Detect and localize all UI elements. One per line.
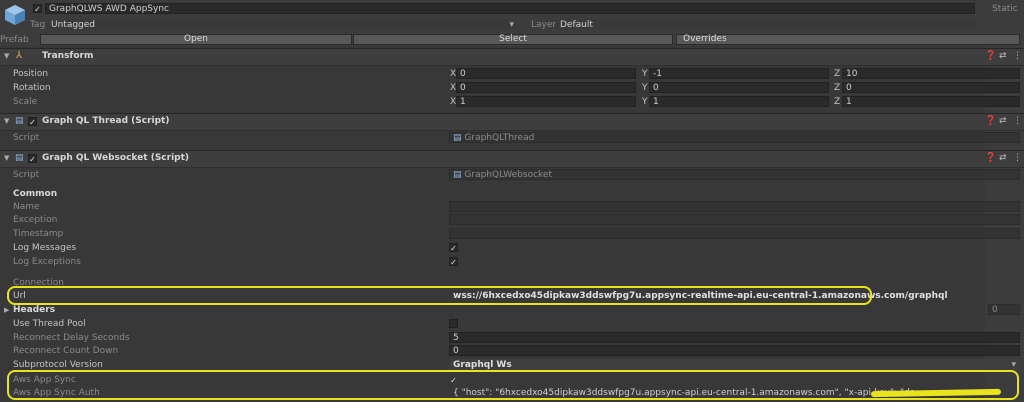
preset-icon[interactable]: ⇄ (999, 116, 1007, 126)
transform-title: Transform (42, 51, 94, 61)
layer-value: Default (560, 20, 593, 30)
log-exceptions-label: Log Exceptions (13, 257, 81, 267)
scale-x-field[interactable]: 1 (456, 96, 636, 107)
enabled-checkbox[interactable]: ✓ (28, 154, 37, 164)
websocket-script-value: GraphQLWebsocket (464, 170, 552, 180)
thread-script-field[interactable]: ▤ GraphQLThread (449, 132, 1020, 143)
use-thread-pool-checkbox[interactable] (449, 319, 458, 328)
scale-label: Scale (13, 97, 38, 107)
exception-field[interactable] (449, 214, 1020, 225)
reconnect-delay-label: Reconnect Delay Seconds (13, 333, 130, 343)
prefab-open-button[interactable]: Open (40, 34, 352, 45)
prefab-overrides-dropdown[interactable]: Overrides (676, 34, 1020, 45)
position-x-field[interactable]: 0 (456, 68, 636, 79)
y-label[interactable]: Y (642, 69, 648, 79)
subprotocol-value: Graphql Ws (453, 360, 512, 370)
y-label[interactable]: Y (642, 97, 648, 107)
headers-foldout-icon[interactable]: ▶ (4, 306, 9, 314)
position-z-field[interactable]: 10 (842, 68, 1020, 79)
headers-count-field[interactable]: 0 (988, 304, 1020, 315)
rotation-row: Rotation X 0 Y 0 Z 0 (0, 82, 1024, 96)
thread-script-row: Script ▤ GraphQLThread (0, 132, 1024, 146)
enabled-checkbox[interactable]: ✓ (28, 117, 37, 127)
preset-icon[interactable]: ⇄ (999, 153, 1007, 163)
reconnect-count-label: Reconnect Count Down (13, 346, 119, 356)
script-icon: ▤ (15, 153, 24, 163)
prefab-label: Prefab (0, 35, 29, 45)
preset-icon[interactable]: ⇄ (999, 51, 1007, 61)
log-messages-label: Log Messages (13, 243, 77, 253)
exception-label: Exception (13, 215, 58, 225)
tag-dropdown[interactable]: Untagged ▾ (47, 19, 517, 30)
scale-row: Scale X 1 Y 1 Z 1 (0, 96, 1024, 110)
gameobject-icon (3, 3, 27, 27)
log-exceptions-checkbox[interactable]: ✓ (449, 257, 458, 267)
static-label[interactable]: Static (992, 4, 1018, 14)
z-label[interactable]: Z (834, 83, 840, 93)
rotation-label: Rotation (13, 83, 51, 93)
overrides-label: Overrides (683, 34, 727, 44)
z-label[interactable]: Z (834, 69, 840, 79)
rotation-x-field[interactable]: 0 (456, 82, 636, 93)
headers-label[interactable]: Headers (13, 305, 55, 315)
name-label: Name (13, 202, 40, 212)
log-messages-checkbox[interactable]: ✓ (449, 243, 458, 253)
position-y-field[interactable]: -1 (649, 68, 829, 79)
script-file-icon: ▤ (453, 133, 462, 143)
object-name-field[interactable]: GraphQLWS AWD AppSync (45, 3, 975, 14)
foldout-arrow-icon: ▼ (4, 52, 10, 60)
context-menu-icon[interactable]: ⋮ (1013, 116, 1022, 126)
aws-highlight (7, 370, 1019, 400)
rotation-y-field[interactable]: 0 (649, 82, 829, 93)
foldout-arrow-icon: ▼ (4, 117, 10, 125)
help-icon[interactable]: ❓ (985, 116, 996, 126)
timestamp-field[interactable] (449, 228, 1020, 239)
active-checkbox[interactable]: ✓ (33, 4, 42, 14)
tag-value: Untagged (51, 20, 96, 30)
context-menu-icon[interactable]: ⋮ (1013, 51, 1022, 61)
subprotocol-label: Subprotocol Version (13, 360, 103, 370)
layer-dropdown[interactable]: Default (556, 19, 976, 30)
z-label[interactable]: Z (834, 97, 840, 107)
object-header: ✓ GraphQLWS AWD AppSync Static Tag Untag… (0, 0, 1024, 46)
y-label[interactable]: Y (642, 83, 648, 93)
subprotocol-dropdown[interactable]: Graphql Ws ▾ (449, 359, 1020, 370)
chevron-down-icon: ▾ (1011, 360, 1016, 370)
thread-script-value: GraphQLThread (464, 133, 535, 143)
rotation-z-field[interactable]: 0 (842, 82, 1020, 93)
scale-y-field[interactable]: 1 (649, 96, 829, 107)
prefab-select-button[interactable]: Select (353, 34, 673, 45)
reconnect-delay-field[interactable]: 5 (449, 332, 1020, 343)
help-icon[interactable]: ❓ (985, 51, 996, 61)
script-icon: ▤ (15, 116, 24, 126)
graphql-thread-header[interactable]: ▼ ▤ ✓ Graph QL Thread (Script) ❓ ⇄ ⋮ (0, 113, 1024, 131)
reconnect-count-field[interactable]: 0 (449, 345, 1020, 356)
tag-label: Tag (30, 20, 46, 30)
graphql-websocket-title: Graph QL Websocket (Script) (42, 153, 190, 163)
position-row: Position X 0 Y -1 Z 10 (0, 68, 1024, 82)
script-label: Script (13, 170, 40, 180)
chevron-down-icon: ▾ (509, 20, 514, 30)
url-highlight (7, 286, 872, 305)
foldout-arrow-icon: ▼ (4, 154, 10, 162)
graphql-websocket-header[interactable]: ▼ ▤ ✓ Graph QL Websocket (Script) ❓ ⇄ ⋮ (0, 150, 1024, 168)
use-thread-pool-label: Use Thread Pool (13, 319, 86, 329)
graphql-thread-title: Graph QL Thread (Script) (42, 116, 170, 126)
script-file-icon: ▤ (453, 170, 462, 180)
transform-icon: ⅄ (16, 50, 23, 61)
scale-z-field[interactable]: 1 (842, 96, 1020, 107)
common-section-label: Common (13, 189, 58, 199)
name-field[interactable] (449, 201, 1020, 212)
help-icon[interactable]: ❓ (985, 153, 996, 163)
context-menu-icon[interactable]: ⋮ (1013, 153, 1022, 163)
position-label: Position (13, 69, 49, 79)
transform-header[interactable]: ▼ ⅄ Transform ❓ ⇄ ⋮ (0, 48, 1024, 66)
websocket-script-row: Script ▤ GraphQLWebsocket (0, 169, 1024, 183)
timestamp-label: Timestamp (13, 229, 64, 239)
script-label: Script (13, 133, 40, 143)
websocket-script-field[interactable]: ▤ GraphQLWebsocket (449, 169, 1020, 180)
layer-label: Layer (531, 20, 557, 30)
